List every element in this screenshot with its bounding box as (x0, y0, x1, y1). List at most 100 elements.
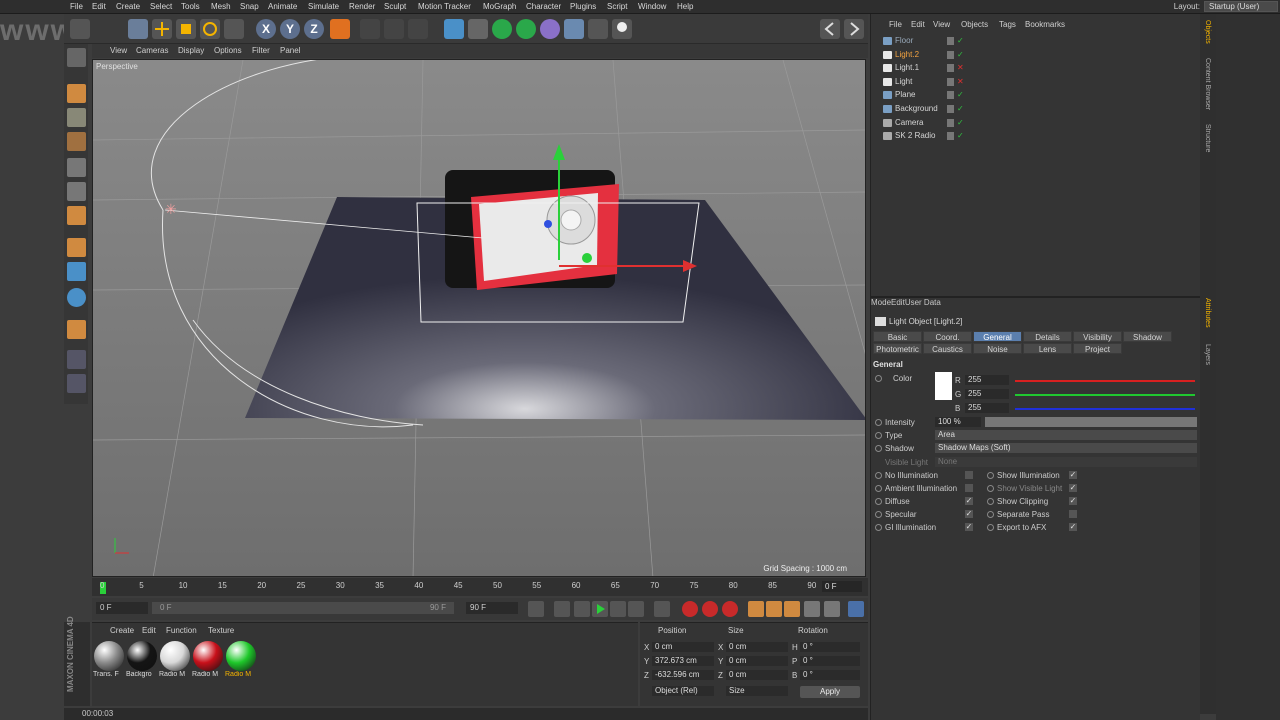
camera-icon[interactable] (588, 19, 608, 39)
start-frame-field[interactable]: 0 F (96, 602, 148, 614)
anim-dot[interactable] (987, 524, 994, 531)
z-axis-button[interactable]: Z (304, 19, 324, 39)
material-swatch[interactable] (193, 641, 223, 671)
object-row[interactable]: Light.2 ✓ (871, 49, 1201, 62)
tab-coord[interactable]: Coord. (923, 331, 972, 342)
r-slider[interactable] (1015, 380, 1195, 382)
object-row[interactable]: SK 2 Radio ✓ (871, 130, 1201, 143)
g-slider[interactable] (1015, 394, 1195, 396)
layout-select[interactable]: Startup (User) (1204, 1, 1278, 12)
tab-photometric[interactable]: Photometric (873, 343, 922, 354)
floor-icon[interactable] (564, 19, 584, 39)
anim-dot[interactable] (875, 485, 882, 492)
size-field[interactable]: 0 cm (726, 642, 788, 652)
menu-item-plugins[interactable]: Plugins (570, 2, 596, 11)
play-icon[interactable] (592, 601, 608, 617)
anim-dot[interactable] (987, 511, 994, 518)
object-menu-view[interactable]: View (933, 20, 950, 29)
g-value-field[interactable]: 255 (965, 389, 1009, 399)
material-swatch[interactable] (127, 641, 157, 671)
menu-item-window[interactable]: Window (638, 2, 666, 11)
shadow-anim-dot[interactable] (875, 445, 882, 452)
step-back-icon[interactable] (574, 601, 590, 617)
texture-mode-icon[interactable] (67, 108, 86, 127)
tab-project[interactable]: Project (1073, 343, 1122, 354)
record-position-icon[interactable] (748, 601, 764, 617)
anim-dot[interactable] (987, 472, 994, 479)
object-row[interactable]: Light ✕ (871, 76, 1201, 89)
visible-light-select[interactable]: None (935, 457, 1197, 467)
previous-key-icon[interactable] (554, 601, 570, 617)
visibility-toggle[interactable] (947, 105, 954, 113)
enabled-check-icon[interactable]: ✓ (957, 104, 964, 113)
position-field[interactable]: -632.596 cm (652, 670, 714, 680)
timeline-ruler[interactable]: 0 F 0 5 10 15 20 25 30 35 40 45 50 55 60 65 70 75 80 85 90 (92, 578, 868, 596)
menu-item-mesh[interactable]: Mesh (211, 2, 231, 11)
visibility-toggle[interactable] (947, 132, 954, 141)
coordinate-system-icon[interactable] (330, 19, 350, 39)
b-slider[interactable] (1015, 408, 1195, 410)
viewport-menu-options[interactable]: Options (214, 46, 242, 55)
checkbox[interactable]: ✓ (965, 497, 973, 505)
coord-mode-select[interactable]: Object (Rel) (652, 686, 714, 696)
apply-button[interactable]: Apply (800, 686, 860, 698)
autokey-icon[interactable] (702, 601, 718, 617)
menu-item-create[interactable]: Create (116, 2, 140, 11)
menu-item-sculpt[interactable]: Sculpt (384, 2, 406, 11)
object-row[interactable]: Background ✓ (871, 103, 1201, 116)
checkbox[interactable]: ✓ (1069, 471, 1077, 479)
record-rotation-icon[interactable] (784, 601, 800, 617)
cloner-icon[interactable] (516, 19, 536, 39)
tab-lens[interactable]: Lens (1023, 343, 1072, 354)
menu-item-simulate[interactable]: Simulate (308, 2, 339, 11)
enabled-check-icon[interactable]: ✓ (957, 118, 964, 127)
size-field[interactable]: 0 cm (726, 656, 788, 666)
go-to-start-icon[interactable] (528, 601, 544, 617)
keyframe-selection-icon[interactable] (722, 601, 738, 617)
y-axis-button[interactable]: Y (280, 19, 300, 39)
lock-workplane-icon[interactable] (67, 350, 86, 369)
render-view-icon[interactable] (360, 19, 380, 39)
tab-noise[interactable]: Noise (973, 343, 1022, 354)
menu-item-edit[interactable]: Edit (92, 2, 106, 11)
workplane-icon[interactable] (67, 132, 86, 151)
menu-item-animate[interactable]: Animate (268, 2, 297, 11)
visibility-toggle[interactable] (947, 64, 954, 73)
x-axis-button[interactable]: X (256, 19, 276, 39)
anim-dot[interactable] (875, 472, 882, 479)
record-pla-icon[interactable] (824, 601, 840, 617)
intensity-anim-dot[interactable] (875, 419, 882, 426)
b-value-field[interactable]: 255 (965, 403, 1009, 413)
checkbox[interactable]: ✓ (965, 510, 973, 518)
checkbox[interactable]: ✓ (965, 523, 973, 531)
checkbox[interactable] (1069, 510, 1077, 518)
shadow-select[interactable]: Shadow Maps (Soft) (935, 443, 1197, 453)
object-menu-file[interactable]: File (889, 20, 902, 29)
enabled-check-icon[interactable]: ✓ (957, 50, 964, 59)
attribute-menu-user-data[interactable]: User Data (905, 298, 941, 307)
current-frame-field[interactable]: 0 F (822, 581, 862, 592)
edges-mode-icon[interactable] (67, 182, 86, 201)
object-menu-objects[interactable]: Objects (961, 20, 988, 29)
checkbox[interactable]: ✓ (1069, 523, 1077, 531)
end-frame-field[interactable]: 90 F (466, 602, 518, 614)
anim-dot[interactable] (987, 485, 994, 492)
object-row[interactable]: Plane ✓ (871, 89, 1201, 102)
move-tool-icon[interactable] (152, 19, 172, 39)
record-scale-icon[interactable] (766, 601, 782, 617)
snapping-icon[interactable] (67, 288, 86, 307)
menu-item-file[interactable]: File (70, 2, 83, 11)
magnet-icon[interactable] (67, 320, 86, 339)
record-parameter-icon[interactable] (804, 601, 820, 617)
tab-shadow[interactable]: Shadow (1123, 331, 1172, 342)
cube-object-icon[interactable] (444, 19, 464, 39)
enabled-check-icon[interactable]: ✕ (957, 77, 964, 86)
model-mode-icon[interactable] (67, 84, 86, 103)
material-swatch[interactable] (160, 641, 190, 671)
menu-item-select[interactable]: Select (150, 2, 172, 11)
scale-tool-icon[interactable] (176, 19, 196, 39)
material-swatch[interactable] (94, 641, 124, 671)
anim-dot[interactable] (875, 498, 882, 505)
anim-dot[interactable] (875, 524, 882, 531)
material-menu-texture[interactable]: Texture (208, 626, 234, 635)
